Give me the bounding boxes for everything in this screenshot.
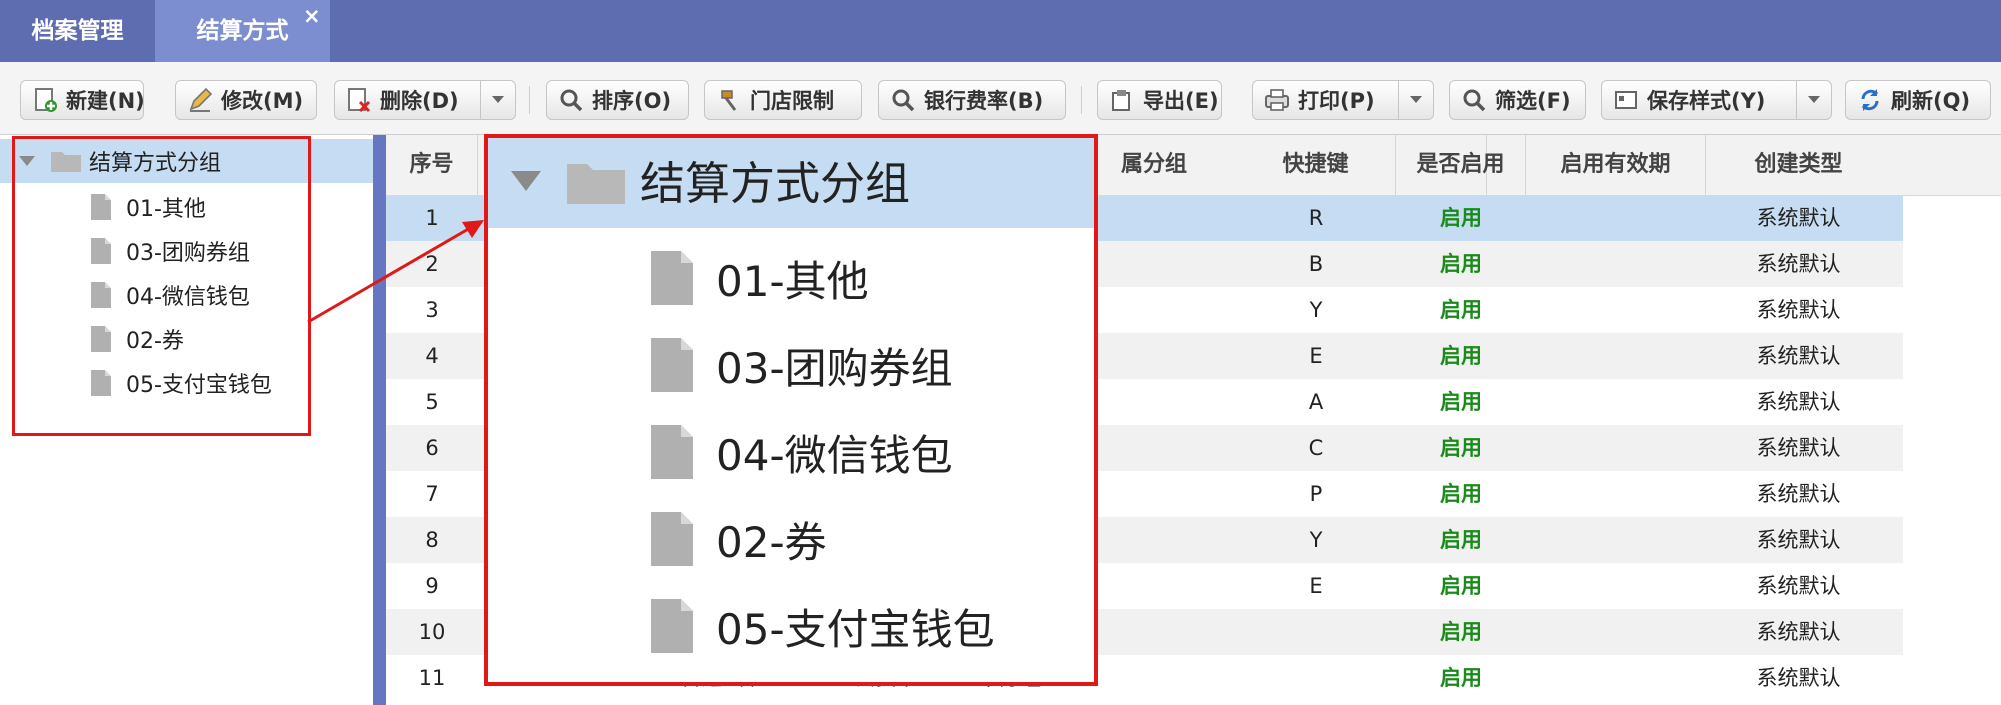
document-icon [650, 511, 694, 567]
document-icon [650, 337, 694, 393]
zoomed-tree-item[interactable]: 03-团购券组 [650, 333, 953, 397]
zoomed-tree-item[interactable]: 04-微信钱包 [650, 420, 953, 484]
zoomed-root-row[interactable]: 结算方式分组 [488, 138, 1094, 228]
zoomed-tree-item-label: 01-其他 [716, 256, 869, 306]
zoomed-tree-item-label: 05-支付宝钱包 [716, 604, 995, 654]
zoomed-tree-item-label: 03-团购券组 [716, 343, 953, 393]
document-icon [650, 424, 694, 480]
collapse-triangle-icon[interactable] [510, 170, 542, 192]
zoomed-root-label: 结算方式分组 [640, 157, 911, 210]
folder-icon [566, 160, 626, 206]
zoomed-tree-item-label: 04-微信钱包 [716, 430, 953, 480]
document-icon [650, 250, 694, 306]
zoomed-tree-item[interactable]: 01-其他 [650, 246, 869, 310]
zoomed-tree-item[interactable]: 05-支付宝钱包 [650, 594, 995, 658]
document-icon [650, 598, 694, 654]
zoomed-tree-item[interactable]: 02-券 [650, 507, 827, 571]
zoomed-tree-callout: 结算方式分组 01-其他 03-团购券组 04-微信钱包 02-券 05-支付宝… [484, 134, 1098, 686]
zoomed-tree-item-label: 02-券 [716, 517, 827, 567]
